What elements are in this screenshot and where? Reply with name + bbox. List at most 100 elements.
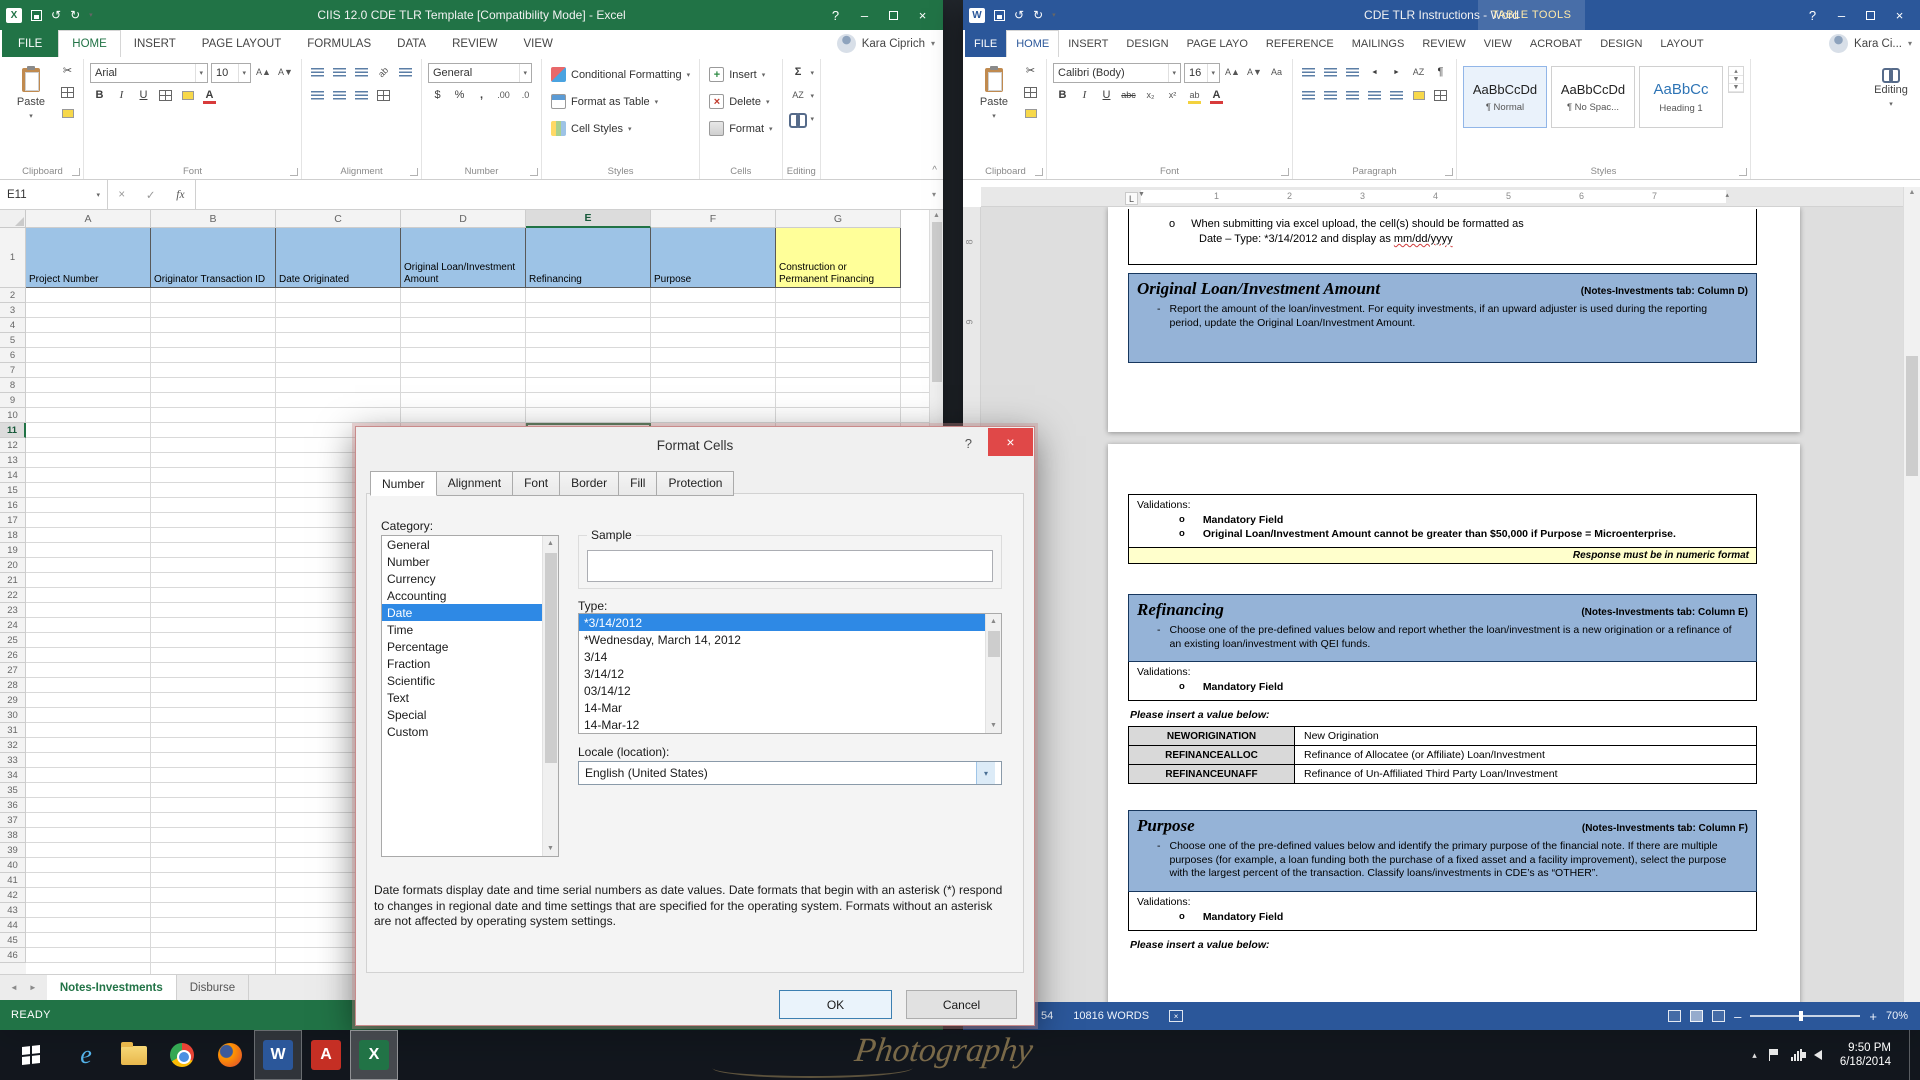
word-close-icon[interactable]: × xyxy=(1885,3,1914,27)
borders-icon[interactable] xyxy=(156,86,175,105)
formula-bar-expand-icon[interactable]: ▾ xyxy=(925,180,943,209)
excel-row-header-13[interactable]: 13 xyxy=(0,453,26,468)
excel-sheet-tab-disburse[interactable]: Disburse xyxy=(177,975,249,1000)
type-item-4[interactable]: 03/14/12 xyxy=(579,682,1001,699)
dialog-tab-font[interactable]: Font xyxy=(513,471,560,496)
word-vertical-scrollbar[interactable]: ▲ xyxy=(1903,187,1920,1002)
dialog-close-icon[interactable]: × xyxy=(988,428,1033,456)
excel-row-header-31[interactable]: 31 xyxy=(0,723,26,738)
proofing-status-icon[interactable]: × xyxy=(1169,1010,1183,1022)
category-item-scientific[interactable]: Scientific xyxy=(382,672,558,689)
word-superscript-icon[interactable]: x² xyxy=(1163,86,1182,105)
word-tab-7-review[interactable]: REVIEW xyxy=(1413,30,1474,57)
word-font-color-icon[interactable]: A xyxy=(1207,86,1226,105)
multilevel-list-icon[interactable] xyxy=(1343,63,1362,82)
excel-minimize-icon[interactable]: – xyxy=(850,3,879,27)
excel-tab-data[interactable]: DATA xyxy=(384,30,439,57)
sheet-nav-left-icon[interactable]: ◄ xyxy=(10,983,18,992)
tab-selector[interactable]: L xyxy=(1125,192,1138,205)
editing-button[interactable]: Editing ▾ xyxy=(1868,62,1914,162)
excel-tab-formulas[interactable]: FORMULAS xyxy=(294,30,384,57)
style-card-1[interactable]: AaBbCcDd¶ No Spac... xyxy=(1551,66,1635,128)
zoom-slider-thumb[interactable] xyxy=(1799,1011,1803,1021)
type-item-1[interactable]: *Wednesday, March 14, 2012 xyxy=(579,631,1001,648)
excel-row-header-9[interactable]: 9 xyxy=(0,393,26,408)
dialog-tab-border[interactable]: Border xyxy=(560,471,619,496)
font-dialog-launcher[interactable] xyxy=(290,168,298,176)
align-left-icon[interactable] xyxy=(308,86,327,105)
insert-cells-button[interactable]: Insert ▾ xyxy=(706,62,775,87)
word-tab-4-page-layo[interactable]: PAGE LAYO xyxy=(1178,30,1257,57)
save-icon[interactable] xyxy=(31,10,42,21)
word-tab-5-reference[interactable]: REFERENCE xyxy=(1257,30,1343,57)
align-top-icon[interactable] xyxy=(308,63,327,82)
word-tab-3-design[interactable]: DESIGN xyxy=(1117,30,1177,57)
show-marks-icon[interactable]: ¶ xyxy=(1431,63,1450,82)
word-account[interactable]: Kara Ci...▾ xyxy=(1829,30,1920,57)
excel-tab-home[interactable]: HOME xyxy=(58,30,121,57)
excel-row-header-30[interactable]: 30 xyxy=(0,708,26,723)
excel-row-header-41[interactable]: 41 xyxy=(0,873,26,888)
excel-row-header-35[interactable]: 35 xyxy=(0,783,26,798)
word-justify-icon[interactable] xyxy=(1365,86,1384,105)
category-item-general[interactable]: General xyxy=(382,536,558,553)
numbering-icon[interactable] xyxy=(1321,63,1340,82)
excel-row-header-8[interactable]: 8 xyxy=(0,378,26,393)
taskbar-clock[interactable]: 9:50 PM 6/18/2014 xyxy=(1834,1041,1897,1069)
dialog-tab-fill[interactable]: Fill xyxy=(619,471,657,496)
type-scrollbar[interactable]: ▲ ▼ xyxy=(985,614,1001,733)
word-horizontal-ruler[interactable]: L ▼ ▴ 1234567 xyxy=(981,187,1903,207)
page-count-tail[interactable]: 54 xyxy=(1041,1010,1053,1022)
clipboard-dialog-launcher[interactable] xyxy=(72,168,80,176)
align-center-icon[interactable] xyxy=(330,86,349,105)
excel-tab-review[interactable]: REVIEW xyxy=(439,30,510,57)
excel-cell-C1[interactable]: Date Originated xyxy=(276,228,401,288)
show-desktop-button[interactable] xyxy=(1909,1030,1916,1080)
category-item-text[interactable]: Text xyxy=(382,689,558,706)
excel-maximize-icon[interactable] xyxy=(879,3,908,27)
network-icon[interactable] xyxy=(1791,1049,1802,1061)
word-page-2[interactable]: Validations:oMandatory FieldoOriginal Lo… xyxy=(1108,444,1800,1002)
select-all-corner[interactable] xyxy=(0,210,26,228)
taskbar-acrobat-button[interactable]: A xyxy=(302,1030,350,1080)
word-font-launcher[interactable] xyxy=(1281,168,1289,176)
excel-tab-page-layout[interactable]: PAGE LAYOUT xyxy=(189,30,294,57)
taskbar-word-button[interactable]: W xyxy=(254,1030,302,1080)
category-item-currency[interactable]: Currency xyxy=(382,570,558,587)
word-align-center-icon[interactable] xyxy=(1321,86,1340,105)
percent-icon[interactable]: % xyxy=(450,86,469,105)
word-tab-11-layout[interactable]: LAYOUT xyxy=(1651,30,1712,57)
excel-row-header-3[interactable]: 3 xyxy=(0,303,26,318)
excel-row-header-10[interactable]: 10 xyxy=(0,408,26,423)
excel-col-header-A[interactable]: A xyxy=(26,210,151,228)
word-tab-0-file[interactable]: FILE xyxy=(965,30,1006,57)
word-scroll-thumb[interactable] xyxy=(1906,356,1918,476)
italic-icon[interactable]: I xyxy=(112,86,131,105)
format-cells-button[interactable]: Format ▾ xyxy=(706,116,775,141)
shading-icon[interactable] xyxy=(1409,86,1428,105)
cell-styles-button[interactable]: Cell Styles ▾ xyxy=(548,116,693,141)
excel-row-header-7[interactable]: 7 xyxy=(0,363,26,378)
excel-row-header-1[interactable]: 1 xyxy=(0,228,26,288)
taskbar-ie-button[interactable]: e xyxy=(62,1030,110,1080)
cut-icon[interactable]: ✂ xyxy=(58,62,77,81)
zoom-out-icon[interactable]: – xyxy=(1734,1010,1741,1023)
word-tab-9-acrobat[interactable]: ACROBAT xyxy=(1521,30,1591,57)
zoom-slider[interactable] xyxy=(1750,1015,1860,1017)
word-align-right-icon[interactable] xyxy=(1343,86,1362,105)
word-underline-icon[interactable]: U xyxy=(1097,86,1116,105)
word-bold-icon[interactable]: B xyxy=(1053,86,1072,105)
type-item-2[interactable]: 3/14 xyxy=(579,648,1001,665)
excel-row-header-21[interactable]: 21 xyxy=(0,573,26,588)
word-redo-icon[interactable]: ↻ xyxy=(1033,9,1043,21)
word-paragraph-launcher[interactable] xyxy=(1445,168,1453,176)
type-item-0[interactable]: *3/14/2012 xyxy=(579,614,1001,631)
style-card-0[interactable]: AaBbCcDd¶ Normal xyxy=(1463,66,1547,128)
word-undo-icon[interactable]: ↺ xyxy=(1014,9,1024,21)
excel-row-header-27[interactable]: 27 xyxy=(0,663,26,678)
excel-row-header-37[interactable]: 37 xyxy=(0,813,26,828)
excel-row-header-40[interactable]: 40 xyxy=(0,858,26,873)
word-highlight-icon[interactable]: ab xyxy=(1185,86,1204,105)
grow-font-icon[interactable]: A▲ xyxy=(254,63,273,82)
excel-row-header-5[interactable]: 5 xyxy=(0,333,26,348)
